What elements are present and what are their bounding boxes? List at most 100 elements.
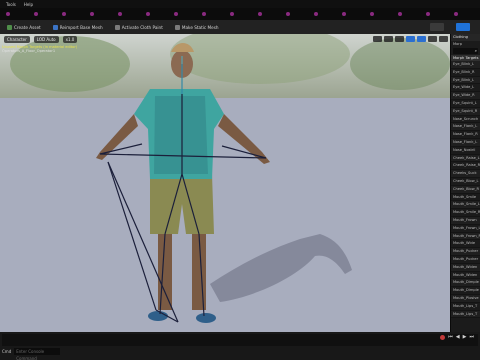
viewport-warning: Unused Morph Targets (in material editor…: [2, 45, 77, 54]
timeline-track[interactable]: [2, 334, 478, 346]
tab-dots: [0, 12, 480, 16]
morph-target-item[interactable]: Nose_Flank_R: [451, 131, 480, 139]
layout-button[interactable]: [439, 36, 448, 42]
tab-dot[interactable]: [34, 12, 38, 16]
morph-target-item[interactable]: Eye_Blink_R: [451, 69, 480, 77]
morph-target-item[interactable]: Mouth_Dimple: [451, 287, 480, 295]
morph-target-item[interactable]: Mouth_Widen: [451, 263, 480, 272]
morph-target-item[interactable]: Cheek_Raise_L: [451, 154, 480, 163]
move-tool[interactable]: [373, 36, 382, 42]
skip-back-icon[interactable]: ⏮: [448, 334, 453, 340]
cloth-paint-icon: [114, 24, 120, 30]
morph-target-item[interactable]: Mouth_Frown_R: [451, 232, 480, 241]
morph-target-item[interactable]: Mouth_Dimple: [451, 279, 480, 288]
mesh-mode-button[interactable]: [456, 23, 470, 31]
viewport-toolbar: Character LOD Auto x1.0: [4, 36, 78, 43]
tab-dot[interactable]: [426, 12, 430, 16]
morph-target-item[interactable]: Eye_Blink_L: [451, 61, 480, 69]
right-sandal: [196, 313, 216, 323]
console-input[interactable]: Enter Console Command: [14, 348, 61, 360]
tab-dot[interactable]: [174, 12, 178, 16]
tab-dot[interactable]: [90, 12, 94, 16]
menu-tools[interactable]: Tools: [6, 2, 16, 7]
cmd-label: Cmd: [2, 349, 12, 354]
reimport-base-mesh-button[interactable]: Reimport Base Mesh: [50, 24, 106, 31]
scale-tool[interactable]: [395, 36, 404, 42]
mode-switcher: [430, 23, 470, 31]
morph-target-item[interactable]: Mouth_Wide: [451, 240, 480, 249]
viewport[interactable]: Character LOD Auto x1.0 Unused Morph Tar…: [0, 34, 450, 332]
morph-target-item[interactable]: Eye_Blink_L: [451, 76, 480, 85]
static-mesh-icon: [174, 24, 180, 30]
morph-target-item[interactable]: Mouth_Frown: [451, 216, 480, 225]
morph-target-item[interactable]: Eye_Wide_L: [451, 84, 480, 93]
morph-target-item[interactable]: Cheeks_Suck: [451, 170, 480, 178]
search-icon: ⌕: [474, 48, 477, 53]
viewport-mode-button[interactable]: Character: [4, 36, 30, 43]
angle-snap-toggle[interactable]: [417, 36, 426, 42]
morph-target-item[interactable]: Mouth_Plosive: [451, 294, 480, 303]
morph-target-item[interactable]: Mouth_Smile: [451, 194, 480, 202]
morph-target-item[interactable]: Mouth_Widen: [451, 272, 480, 280]
skeleton-mode-button[interactable]: [430, 23, 444, 31]
asset-toolbar: Create Asset Reimport Base Mesh Activate…: [0, 20, 480, 34]
left-leg: [158, 232, 172, 310]
morph-target-item[interactable]: Eye_Squint_L: [451, 100, 480, 108]
morph-target-item[interactable]: Cheek_Blow_L: [451, 178, 480, 186]
record-button[interactable]: [440, 334, 446, 340]
morph-target-item[interactable]: Nose_Nostril: [451, 147, 480, 155]
morph-target-list: Eye_Blink_L Eye_Blink_R Eye_Blink_L Eye_Wid…: [451, 61, 480, 319]
morph-target-item[interactable]: Mouth_Smile_R: [451, 209, 480, 217]
shirt-pattern: [154, 96, 208, 174]
tab-dot[interactable]: [314, 12, 318, 16]
tab-dot[interactable]: [370, 12, 374, 16]
morph-target-item[interactable]: Mouth_Smile_L: [451, 201, 480, 210]
morph-target-item[interactable]: Cheek_Raise_R: [451, 162, 480, 171]
tab-dot[interactable]: [286, 12, 290, 16]
tab-dot[interactable]: [6, 12, 10, 16]
tab-dot[interactable]: [342, 12, 346, 16]
create-asset-button[interactable]: Create Asset: [4, 24, 44, 31]
tab-dot[interactable]: [454, 12, 458, 16]
panel-tab-clothing[interactable]: Clothing: [451, 34, 480, 41]
play-icon[interactable]: ▶: [463, 334, 467, 340]
tab-dot[interactable]: [258, 12, 262, 16]
panel-subtitle: Morp: [453, 42, 463, 46]
morph-target-item[interactable]: Eye_Wide_R: [451, 92, 480, 100]
tab-dot[interactable]: [202, 12, 206, 16]
tab-dot[interactable]: [118, 12, 122, 16]
lod-button[interactable]: LOD Auto: [33, 36, 59, 43]
camera-speed-button[interactable]: [428, 36, 437, 42]
activate-cloth-label: Activate Cloth Paint: [121, 24, 163, 30]
morph-target-item[interactable]: Mouth_Lips_T: [451, 303, 480, 311]
morph-target-item[interactable]: Nose_Flank_L: [451, 123, 480, 132]
morph-search-input[interactable]: ⌕: [453, 48, 478, 54]
morph-target-item[interactable]: Mouth_Lips_T: [451, 310, 480, 319]
activate-cloth-paint-button[interactable]: Activate Cloth Paint: [112, 24, 166, 31]
viewport-tools: [373, 36, 448, 42]
playback-speed-button[interactable]: x1.0: [62, 36, 78, 43]
tab-dot[interactable]: [62, 12, 66, 16]
morph-target-item[interactable]: Nose_Flank_L: [451, 138, 480, 147]
reimport-icon: [52, 24, 58, 30]
tab-dot[interactable]: [146, 12, 150, 16]
viewport-scene: [0, 34, 450, 332]
step-back-icon[interactable]: ◀: [456, 334, 460, 340]
morph-target-item[interactable]: Mouth_Pucker: [451, 248, 480, 256]
rotate-tool[interactable]: [384, 36, 393, 42]
morph-target-item[interactable]: Mouth_Pucker: [451, 256, 480, 264]
skip-forward-icon[interactable]: ⏭: [469, 334, 474, 340]
morph-target-item[interactable]: Mouth_Frown_L: [451, 225, 480, 233]
tab-dot[interactable]: [230, 12, 234, 16]
bottom-bar: ⏮ ◀ ▶ ⏭ Cmd Enter Console Command: [0, 332, 480, 360]
menu-help[interactable]: Help: [24, 2, 33, 7]
morph-target-item[interactable]: Cheek_Blow_R: [451, 185, 480, 194]
tab-dot[interactable]: [398, 12, 402, 16]
create-asset-label: Create Asset: [14, 24, 41, 30]
foliage: [170, 34, 350, 84]
morph-target-item[interactable]: Eye_Squint_R: [451, 107, 480, 116]
menu-bar: Tools Help: [0, 0, 480, 8]
grid-snap-toggle[interactable]: [406, 36, 415, 42]
make-static-mesh-button[interactable]: Make Static Mesh: [172, 24, 222, 31]
morph-target-item[interactable]: Nose_Scrunch: [451, 116, 480, 124]
